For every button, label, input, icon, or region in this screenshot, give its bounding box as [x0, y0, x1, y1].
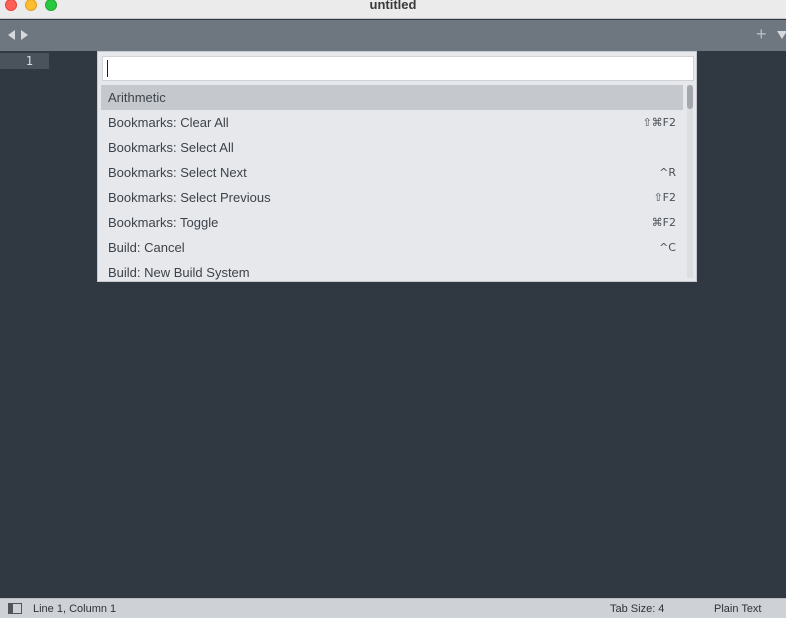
command-label: Build: Cancel: [108, 240, 185, 255]
title-bar: untitled: [0, 0, 786, 19]
new-tab-button[interactable]: +: [756, 24, 767, 44]
chevron-left-icon[interactable]: [8, 30, 15, 40]
command-label: Bookmarks: Select Previous: [108, 190, 271, 205]
tab-bar: +: [0, 20, 786, 51]
command-label: Build: New Build System: [108, 265, 250, 280]
command-label: Arithmetic: [108, 90, 166, 105]
command-results-list: Arithmetic Bookmarks: Clear All ⇧⌘F2 Boo…: [101, 85, 683, 281]
text-caret: [107, 60, 108, 77]
command-shortcut: ^C: [659, 241, 676, 254]
command-item[interactable]: Bookmarks: Toggle ⌘F2: [101, 210, 683, 235]
syntax-selector[interactable]: Plain Text: [714, 602, 762, 616]
command-item[interactable]: Bookmarks: Select All: [101, 135, 683, 160]
command-item[interactable]: Bookmarks: Select Previous ⇧F2: [101, 185, 683, 210]
sidebar-toggle-icon[interactable]: [8, 603, 22, 614]
command-shortcut: ^R: [659, 166, 676, 179]
command-label: Bookmarks: Toggle: [108, 215, 219, 230]
command-label: Bookmarks: Select All: [108, 140, 234, 155]
results-scrollbar[interactable]: [687, 85, 693, 278]
command-shortcut: ⇧⌘F2: [642, 116, 676, 129]
command-item[interactable]: Arithmetic: [101, 85, 683, 110]
command-shortcut: ⇧F2: [653, 191, 676, 204]
command-palette-input[interactable]: [102, 56, 694, 81]
chevron-down-icon[interactable]: [777, 31, 786, 39]
cursor-position: Line 1, Column 1: [33, 603, 117, 615]
scrollbar-thumb[interactable]: [687, 85, 693, 109]
command-palette: Arithmetic Bookmarks: Clear All ⇧⌘F2 Boo…: [97, 51, 697, 282]
chevron-right-icon[interactable]: [21, 30, 28, 40]
command-item[interactable]: Bookmarks: Select Next ^R: [101, 160, 683, 185]
command-label: Bookmarks: Select Next: [108, 165, 247, 180]
command-item[interactable]: Build: New Build System: [101, 260, 683, 281]
command-shortcut: ⌘F2: [651, 216, 676, 229]
tab-size-selector[interactable]: Tab Size: 4: [610, 602, 664, 616]
command-label: Bookmarks: Clear All: [108, 115, 229, 130]
line-number: 1: [25, 54, 33, 68]
window-title: untitled: [369, 0, 417, 12]
command-item[interactable]: Build: Cancel ^C: [101, 235, 683, 260]
command-item[interactable]: Bookmarks: Clear All ⇧⌘F2: [101, 110, 683, 135]
status-bar: Line 1, Column 1 Tab Size: 4 Plain Text: [0, 598, 786, 618]
